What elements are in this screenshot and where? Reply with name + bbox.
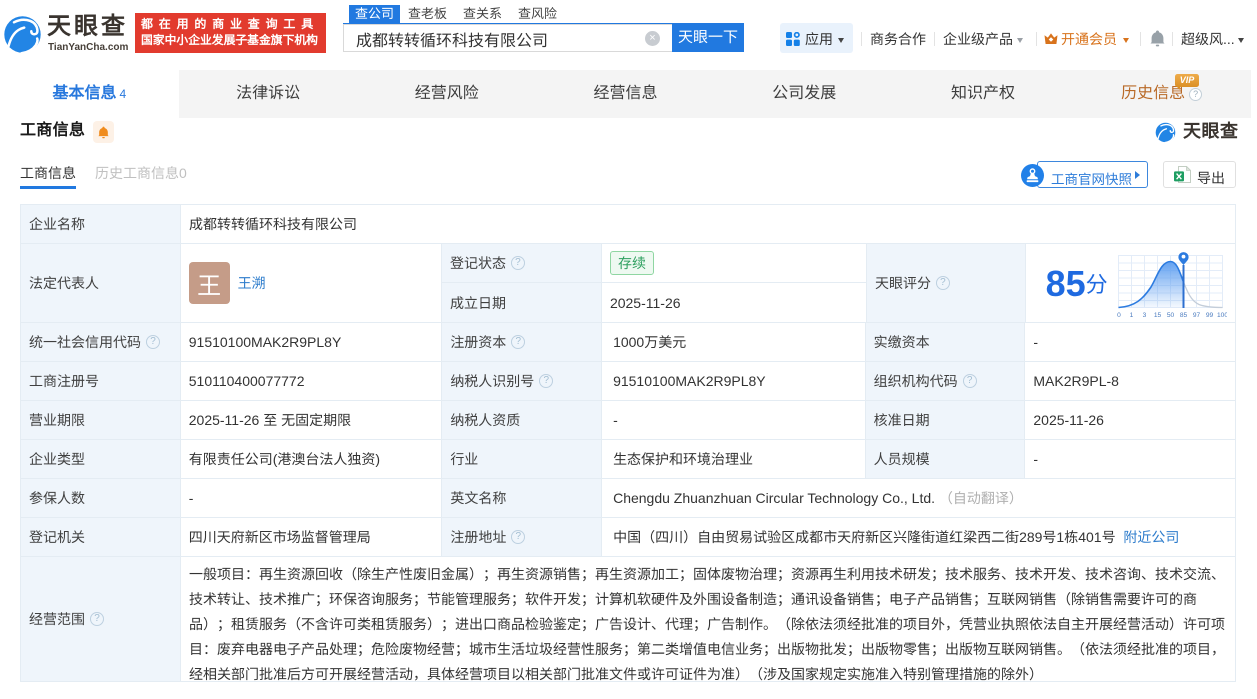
svg-text:1: 1 [1129, 312, 1133, 319]
svg-text:50: 50 [1166, 312, 1174, 319]
svg-text:85: 85 [1179, 312, 1187, 319]
svg-text:99: 99 [1205, 312, 1213, 319]
svg-text:97: 97 [1192, 312, 1200, 319]
svg-text:15: 15 [1153, 312, 1161, 319]
svg-text:100: 100 [1217, 312, 1227, 319]
svg-text:3: 3 [1142, 312, 1146, 319]
svg-text:0: 0 [1117, 312, 1121, 319]
